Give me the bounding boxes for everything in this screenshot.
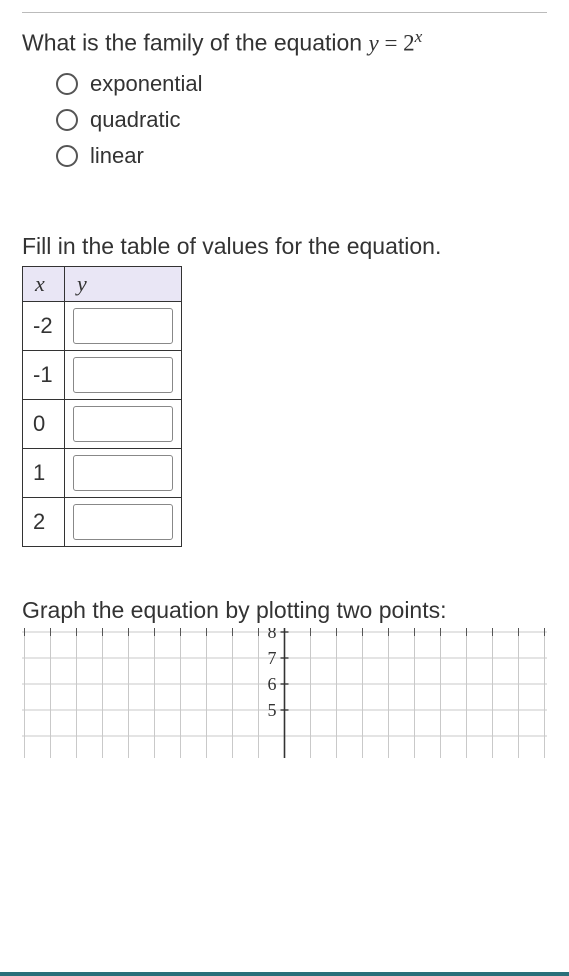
x-cell: 0 <box>23 399 65 448</box>
x-cell: 2 <box>23 497 65 546</box>
question-prompt: What is the family of the equation y = 2… <box>22 27 547 57</box>
option-exponential[interactable]: exponential <box>56 71 547 97</box>
option-label: linear <box>90 143 144 169</box>
table-row: 2 <box>23 497 182 546</box>
radio-icon <box>56 109 78 131</box>
equation-base: 2 <box>403 31 415 56</box>
equation-exp: x <box>415 27 423 46</box>
y-input-0[interactable] <box>73 308 173 344</box>
svg-text:7: 7 <box>268 648 277 668</box>
radio-icon <box>56 73 78 95</box>
option-label: exponential <box>90 71 203 97</box>
y-input-4[interactable] <box>73 504 173 540</box>
value-table: x y -2 -1 0 1 2 <box>22 266 182 547</box>
equation-eq: = <box>379 31 403 56</box>
graph-prompt: Graph the equation by plotting two point… <box>22 597 547 624</box>
svg-text:6: 6 <box>268 674 277 694</box>
bottom-bar <box>0 972 569 976</box>
y-input-3[interactable] <box>73 455 173 491</box>
y-input-1[interactable] <box>73 357 173 393</box>
svg-text:5: 5 <box>268 700 277 720</box>
x-cell: -2 <box>23 301 65 350</box>
radio-icon <box>56 145 78 167</box>
table-row: 1 <box>23 448 182 497</box>
table-row: 0 <box>23 399 182 448</box>
table-row: -1 <box>23 350 182 399</box>
option-label: quadratic <box>90 107 181 133</box>
table-row: -2 <box>23 301 182 350</box>
y-input-2[interactable] <box>73 406 173 442</box>
option-linear[interactable]: linear <box>56 143 547 169</box>
equation-lhs: y <box>368 31 378 56</box>
svg-text:8: 8 <box>268 628 277 642</box>
x-cell: -1 <box>23 350 65 399</box>
options-group: exponential quadratic linear <box>56 71 547 169</box>
table-prompt: Fill in the table of values for the equa… <box>22 233 547 260</box>
graph-area[interactable]: 8 7 6 5 <box>22 628 547 758</box>
x-cell: 1 <box>23 448 65 497</box>
option-quadratic[interactable]: quadratic <box>56 107 547 133</box>
grid-chart: 8 7 6 5 <box>22 628 547 758</box>
question-prefix: What is the family of the equation <box>22 30 368 56</box>
y-header: y <box>65 266 182 301</box>
x-header: x <box>23 266 65 301</box>
